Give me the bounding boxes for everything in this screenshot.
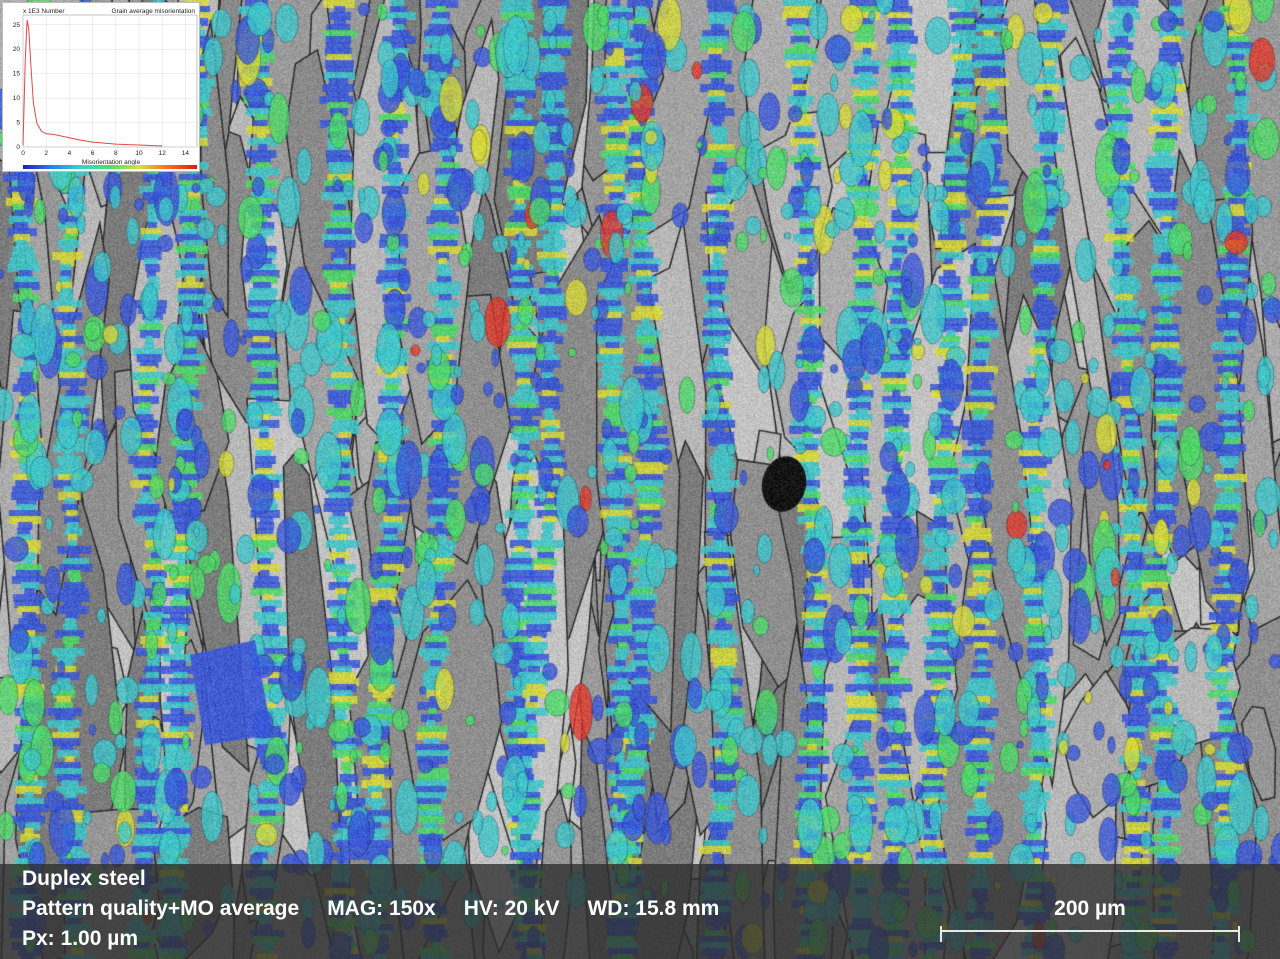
histogram-ticks: 0 2 4 6 8 10 12 14 0 5 10 15 20 25 <box>13 22 190 157</box>
pixel-size: Px: 1.00 µm <box>22 927 138 950</box>
sample-name: Duplex steel <box>22 867 146 890</box>
histogram-xtick-label: 12 <box>159 150 167 157</box>
ebsd-map-view: x 1E3 Number Grain average misorientatio… <box>0 0 1280 959</box>
histogram-ytick-label: 5 <box>16 120 20 127</box>
histogram-ytick-label: 0 <box>16 144 20 151</box>
working-distance: WD: 15.8 mm <box>587 897 720 920</box>
histogram-ytick-label: 15 <box>13 71 21 78</box>
histogram-xlabel: Misorientation angle <box>82 159 141 166</box>
histogram-frame <box>22 14 198 148</box>
magnification: MAG: 150x <box>327 897 436 920</box>
misorientation-colorbar <box>23 165 197 169</box>
histogram-xtick-label: 0 <box>21 150 25 157</box>
scale-bar-line <box>940 930 1240 932</box>
histogram-xtick-label: 4 <box>68 150 72 157</box>
misorientation-histogram-inset: x 1E3 Number Grain average misorientatio… <box>2 2 200 172</box>
histogram-ytick-label: 10 <box>13 95 21 102</box>
scale-bar-label: 200 µm <box>1054 897 1126 920</box>
histogram-title: Grain average misorientation <box>112 8 196 15</box>
histogram-ytick-label: 20 <box>13 46 21 53</box>
scale-bar <box>940 926 1240 942</box>
histogram-svg: x 1E3 Number Grain average misorientatio… <box>13 8 198 169</box>
histogram-xtick-label: 2 <box>44 150 48 157</box>
histogram-grid <box>22 14 198 148</box>
scale-bar-tick-right <box>1238 926 1240 942</box>
histogram-ytick-label: 25 <box>13 22 21 29</box>
histogram-y-unit-label: x 1E3 Number <box>23 8 65 15</box>
high-voltage: HV: 20 kV <box>463 897 560 920</box>
histogram-xtick-label: 8 <box>114 150 118 157</box>
scale-bar-tick-left <box>940 926 942 942</box>
histogram-xtick-label: 10 <box>135 150 143 157</box>
map-type: Pattern quality+MO average <box>22 897 300 920</box>
histogram-xtick-label: 14 <box>182 150 190 157</box>
histogram-xtick-label: 6 <box>91 150 95 157</box>
acquisition-params: Pattern quality+MO average MAG: 150x HV: 2… <box>22 897 719 921</box>
